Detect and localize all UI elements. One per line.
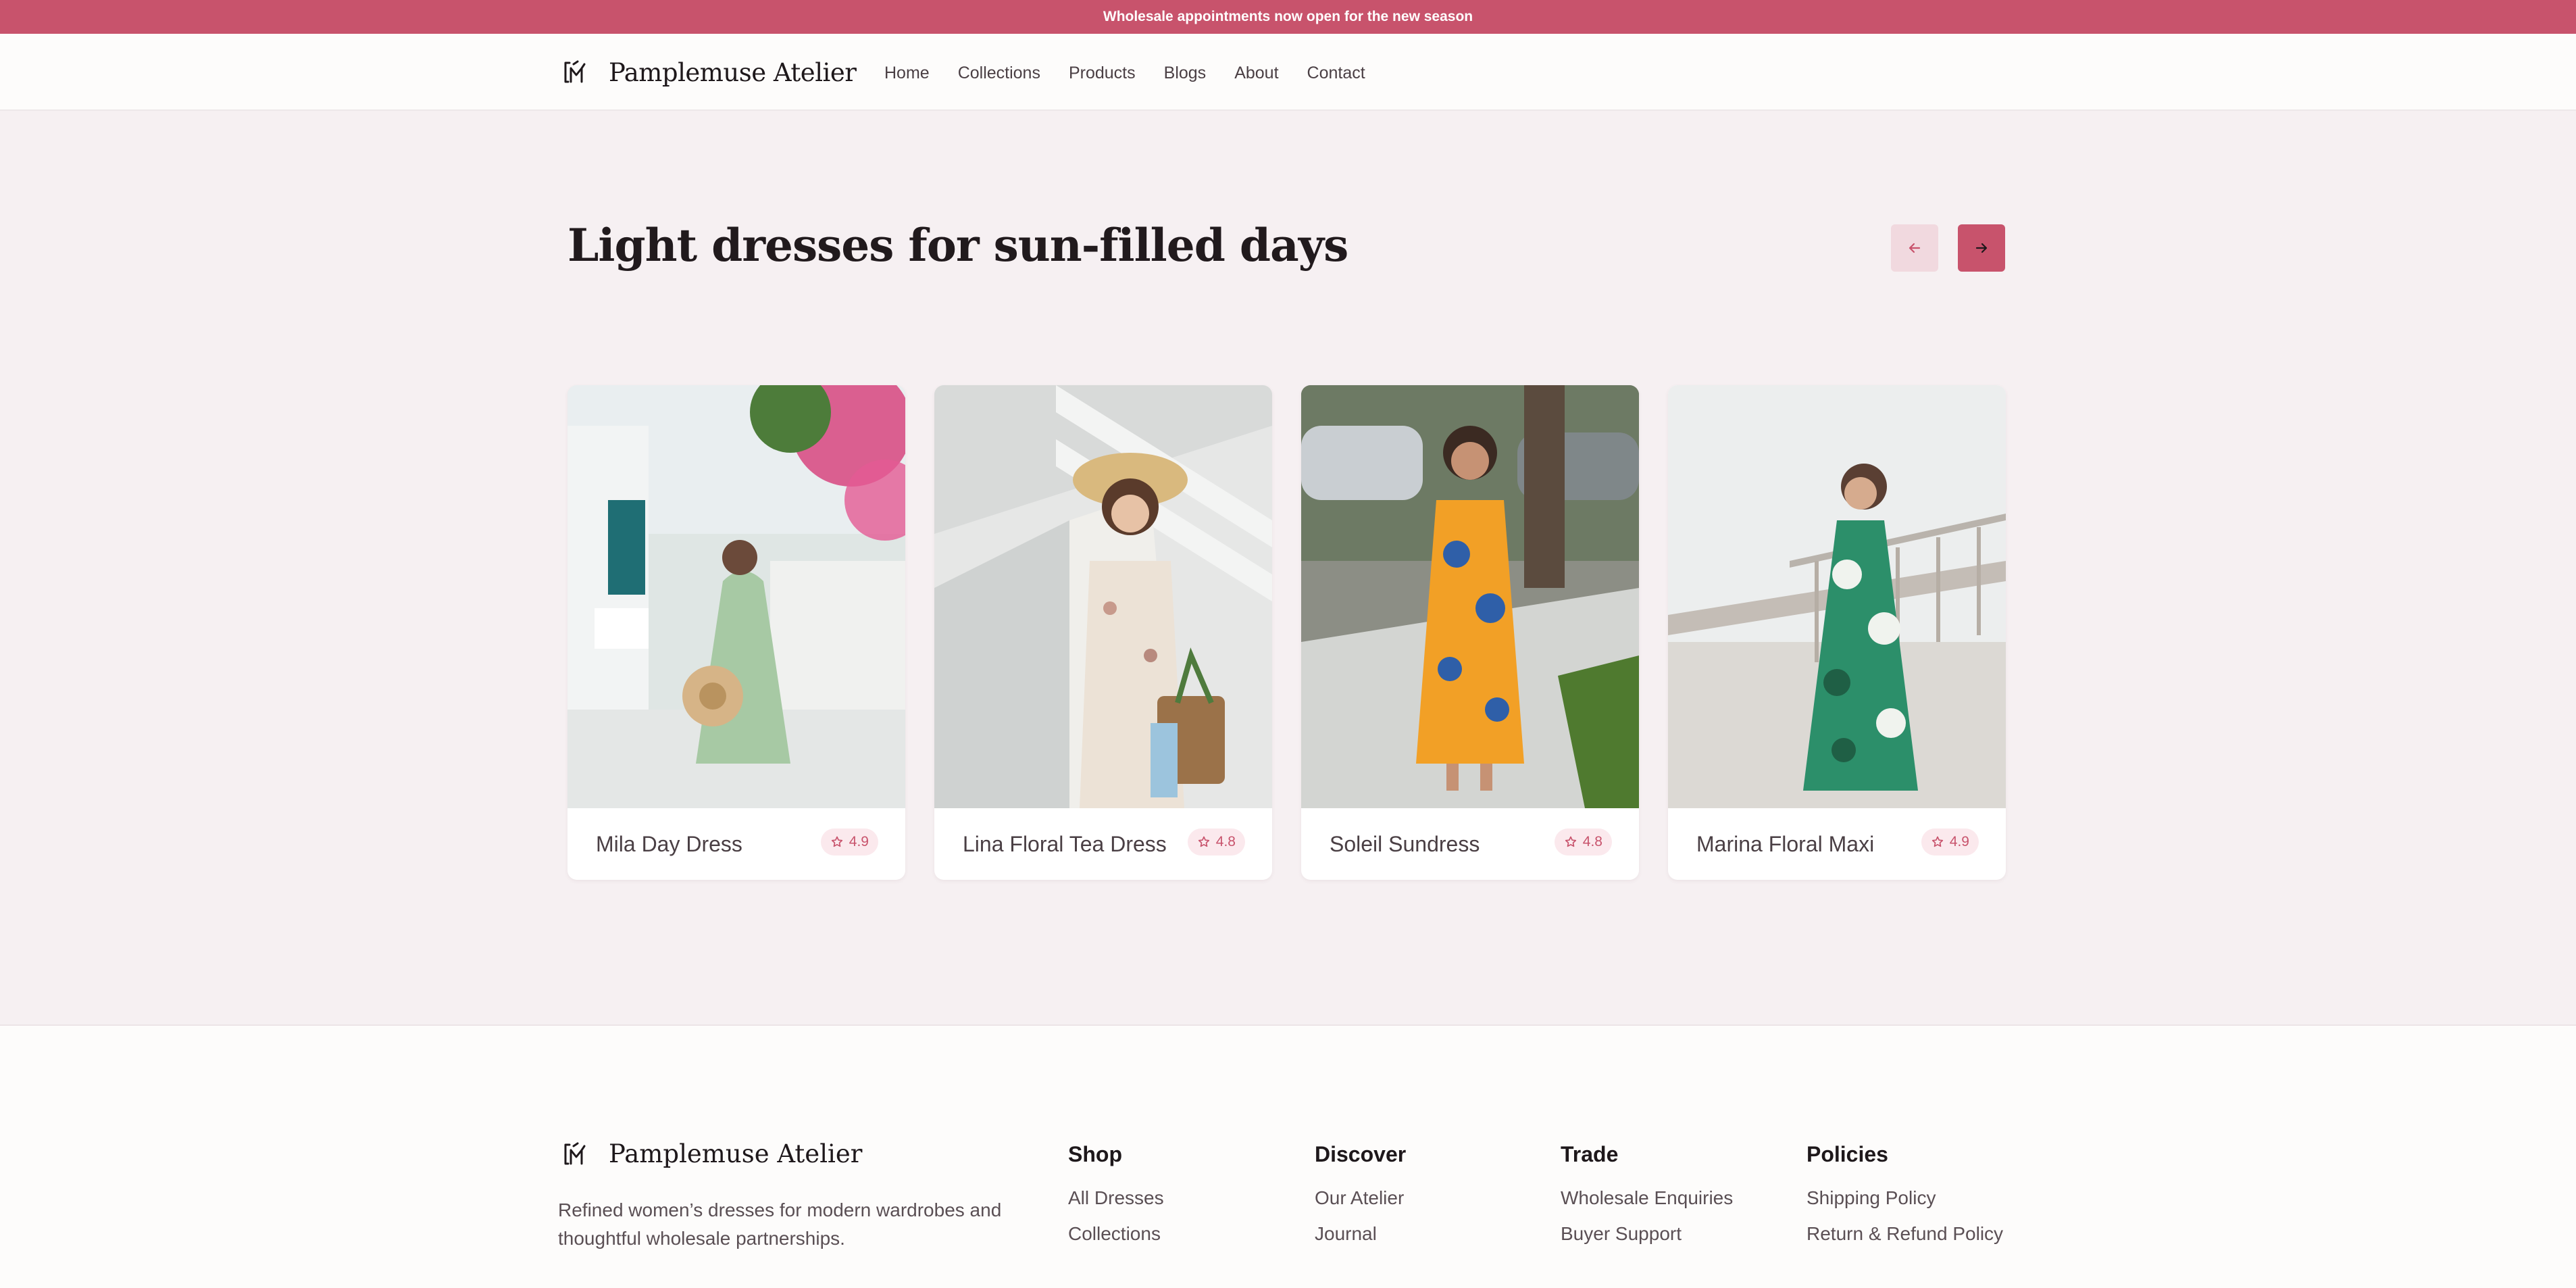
star-icon	[1565, 836, 1576, 847]
star-icon	[831, 836, 842, 847]
main-nav: Home Collections Products Blogs About Co…	[884, 64, 1394, 83]
footer-column-title: Shop	[1068, 1142, 1122, 1166]
nav-blogs[interactable]: Blogs	[1164, 64, 1207, 83]
footer-column-title: Discover	[1315, 1142, 1407, 1166]
product-name[interactable]: Lina Floral Tea Dress	[963, 832, 1167, 857]
product-image[interactable]	[567, 385, 905, 808]
nav-about[interactable]: About	[1234, 64, 1278, 83]
product-image[interactable]	[1668, 385, 2006, 808]
product-card[interactable]: Soleil Sundress 4.8	[1301, 385, 1639, 880]
product-list: Mila Day Dress 4.9 Lina Floral Tea Dress…	[567, 385, 2006, 880]
product-name[interactable]: Marina Floral Maxi	[1696, 832, 1874, 857]
rating-badge: 4.8	[1187, 828, 1245, 856]
footer-link[interactable]: Shipping Policy	[1807, 1187, 2003, 1209]
footer-tagline: Refined women’s dresses for modern wardr…	[558, 1199, 1002, 1249]
footer-link[interactable]: Wholesale Enquiries	[1561, 1187, 1733, 1209]
footer-column-shop: Shop All Dresses Collections	[1068, 1142, 1164, 1259]
rating-value: 4.9	[849, 834, 869, 849]
footer-brand-link[interactable]: Pamplemuse Atelier	[561, 1139, 862, 1168]
footer-column-policies: Policies Shipping Policy Return & Refund…	[1807, 1142, 2003, 1259]
section-title: Light dresses for sun-filled days	[567, 219, 1348, 272]
rating-value: 4.8	[1582, 834, 1602, 849]
product-image[interactable]	[934, 385, 1272, 808]
product-name[interactable]: Soleil Sundress	[1330, 832, 1480, 857]
nav-home[interactable]: Home	[884, 64, 930, 83]
rating-value: 4.9	[1949, 834, 1969, 849]
site-header: Pamplemuse Atelier Home Collections Prod…	[0, 34, 2576, 111]
brand-name: Pamplemuse Atelier	[609, 57, 857, 87]
footer-link[interactable]: Collections	[1068, 1223, 1164, 1245]
footer-column-title: Trade	[1561, 1142, 1619, 1166]
footer-brand-name: Pamplemuse Atelier	[609, 1139, 863, 1168]
footer-link[interactable]: Journal	[1315, 1223, 1406, 1245]
rating-value: 4.8	[1215, 834, 1236, 849]
footer-link[interactable]: Buyer Support	[1561, 1223, 1733, 1245]
footer-column-discover: Discover Our Atelier Journal	[1315, 1142, 1406, 1259]
star-icon	[1931, 836, 1943, 847]
brand-logo-icon	[564, 60, 586, 83]
announcement-bar: Wholesale appointments now open for the …	[0, 0, 2576, 34]
product-image[interactable]	[1301, 385, 1639, 808]
footer-link[interactable]: Return & Refund Policy	[1807, 1223, 2003, 1245]
rating-badge: 4.9	[1921, 828, 1979, 856]
arrow-right-icon	[1975, 243, 1988, 253]
nav-collections[interactable]: Collections	[958, 64, 1040, 83]
rating-badge: 4.9	[820, 828, 878, 856]
carousel-next-button[interactable]	[1958, 224, 2005, 272]
brand-logo-icon	[564, 1142, 586, 1164]
nav-contact[interactable]: Contact	[1307, 64, 1365, 83]
product-card[interactable]: Mila Day Dress 4.9	[567, 385, 905, 880]
footer-link[interactable]: All Dresses	[1068, 1187, 1164, 1209]
carousel-prev-button[interactable]	[1891, 224, 1938, 272]
arrow-left-icon	[1909, 243, 1921, 253]
announcement-text: Wholesale appointments now open for the …	[1103, 9, 1473, 24]
product-card[interactable]: Marina Floral Maxi 4.9	[1668, 385, 2006, 880]
rating-badge: 4.8	[1554, 828, 1612, 856]
product-card[interactable]: Lina Floral Tea Dress 4.8	[934, 385, 1272, 880]
brand-logo-link[interactable]: Pamplemuse Atelier	[561, 53, 857, 91]
footer-link[interactable]: Our Atelier	[1315, 1187, 1406, 1209]
footer-column-title: Policies	[1807, 1142, 1888, 1166]
site-footer: Pamplemuse Atelier Refined women’s dress…	[0, 1026, 2576, 1288]
footer-column-trade: Trade Wholesale Enquiries Buyer Support	[1561, 1142, 1733, 1259]
nav-products[interactable]: Products	[1069, 64, 1136, 83]
star-icon	[1198, 836, 1209, 847]
product-name[interactable]: Mila Day Dress	[596, 832, 742, 857]
product-carousel-section: Light dresses for sun-filled days Mila D…	[0, 111, 2576, 1026]
